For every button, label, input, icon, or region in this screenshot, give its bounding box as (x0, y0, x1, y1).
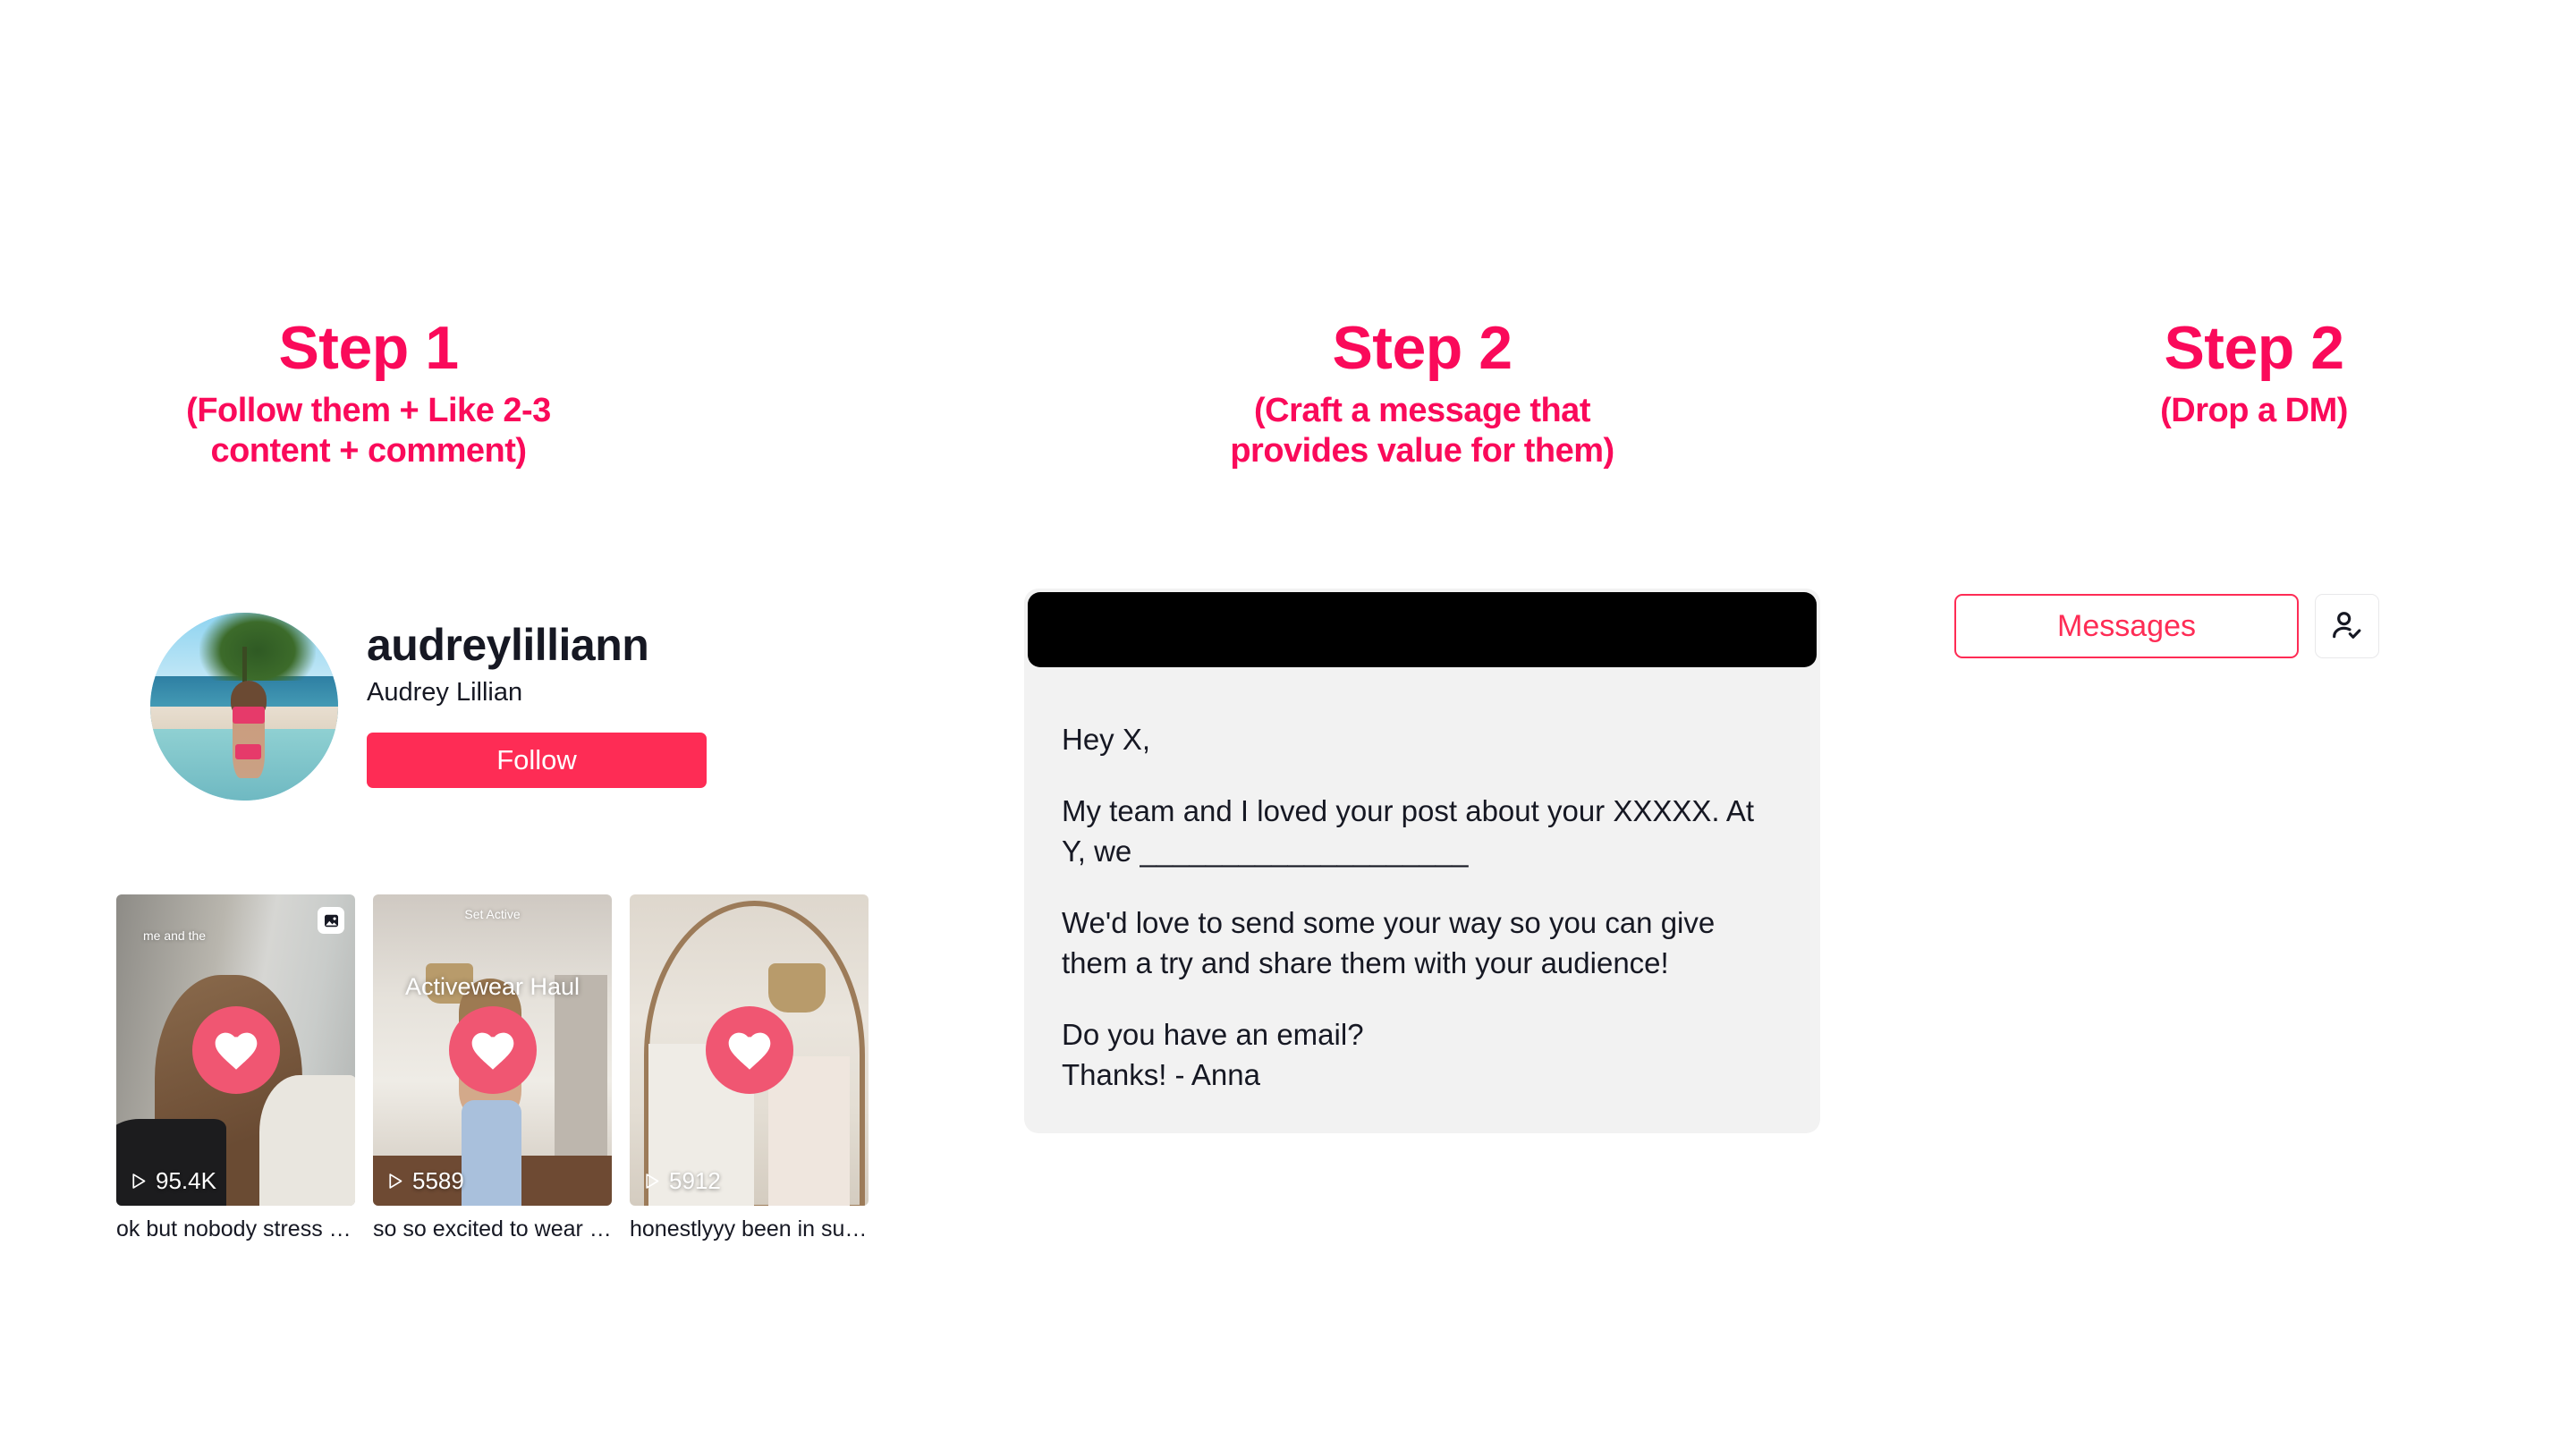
message-paragraph: We'd love to send some your way so you c… (1062, 905, 1724, 980)
step-2-dm-subtitle: (Drop a DM) (2160, 392, 2348, 429)
step-2-message-header: Step 2 (Craft a message that provides va… (1082, 0, 1762, 471)
video-caption: ok but nobody stress … (116, 1216, 352, 1241)
heart-icon (191, 1006, 280, 1094)
dm-action-row: Messages (1954, 594, 2379, 658)
video-overlay-small-text: me and the (143, 928, 207, 943)
step-1-subtitle: (Follow them + Like 2-3 content + commen… (186, 392, 551, 470)
step-2-dm-title: Step 2 (2164, 314, 2344, 382)
video-overlay-top-text: Set Active (464, 907, 521, 921)
video-thumbnail[interactable]: Set Active Activewear Haul 5589 (373, 894, 612, 1206)
video-thumbnail[interactable]: 5912 (630, 894, 869, 1206)
video-caption: so so excited to wear … (373, 1216, 612, 1241)
heart-icon (705, 1006, 793, 1094)
messages-button[interactable]: Messages (1954, 594, 2299, 658)
redacted-header-bar (1028, 592, 1817, 667)
video-cell[interactable]: me and the 95.4K ok but nobody stress … (116, 894, 355, 1242)
video-view-count: 5589 (386, 1167, 464, 1195)
step-2-dm-header: Step 2 (Drop a DM) (2021, 0, 2487, 431)
view-count-value: 5589 (412, 1167, 464, 1194)
user-check-button[interactable] (2315, 594, 2379, 658)
message-paragraph: Hey X, (1062, 723, 1151, 756)
message-paragraph: My team and I loved your post about your… (1062, 793, 1762, 869)
photo-carousel-icon (318, 907, 344, 934)
avatar[interactable] (150, 613, 338, 801)
video-cell[interactable]: 5912 honestlyyy been in su… (630, 894, 869, 1242)
play-icon (132, 1174, 146, 1189)
view-count-value: 95.4K (156, 1167, 216, 1194)
video-view-count: 5912 (642, 1167, 721, 1195)
step-1-header: Step 1 (Follow them + Like 2-3 content +… (118, 0, 619, 471)
play-icon (646, 1174, 659, 1189)
profile-meta: audreylilliann Audrey Lillian Follow (367, 613, 707, 788)
play-icon (389, 1174, 402, 1189)
step-2-dm-column: Step 2 (Drop a DM) Messages (1932, 0, 2576, 658)
step-2-message-title: Step 2 (1332, 314, 1513, 382)
video-cell[interactable]: Set Active Activewear Haul 5589 so so ex… (373, 894, 612, 1242)
video-caption: honestlyyy been in su… (630, 1216, 868, 1241)
step-2-message-column: Step 2 (Craft a message that provides va… (912, 0, 1932, 1133)
view-count-value: 5912 (669, 1167, 721, 1194)
profile-username: audreylilliann (367, 620, 649, 670)
profile-header: audreylilliann Audrey Lillian Follow (150, 613, 707, 801)
video-overlay-title-text: Activewear Haul (404, 973, 580, 1000)
user-check-icon (2333, 612, 2361, 639)
follow-button[interactable]: Follow (367, 732, 707, 788)
message-paragraph: Do you have an email? Thanks! - Anna (1062, 1017, 1364, 1092)
step-1-title: Step 1 (278, 314, 459, 382)
message-body: Hey X, My team and I loved your post abo… (1024, 667, 1820, 1096)
video-view-count: 95.4K (129, 1167, 216, 1195)
heart-icon (448, 1006, 537, 1094)
step-2-message-subtitle: (Craft a message that provides value for… (1230, 392, 1614, 470)
profile-display-name: Audrey Lillian (367, 677, 523, 707)
video-grid: me and the 95.4K ok but nobody stress … (116, 894, 869, 1242)
message-card: Hey X, My team and I loved your post abo… (1024, 589, 1820, 1133)
step-1-column: Step 1 (Follow them + Like 2-3 content +… (0, 0, 912, 1241)
video-thumbnail[interactable]: me and the 95.4K (116, 894, 355, 1206)
